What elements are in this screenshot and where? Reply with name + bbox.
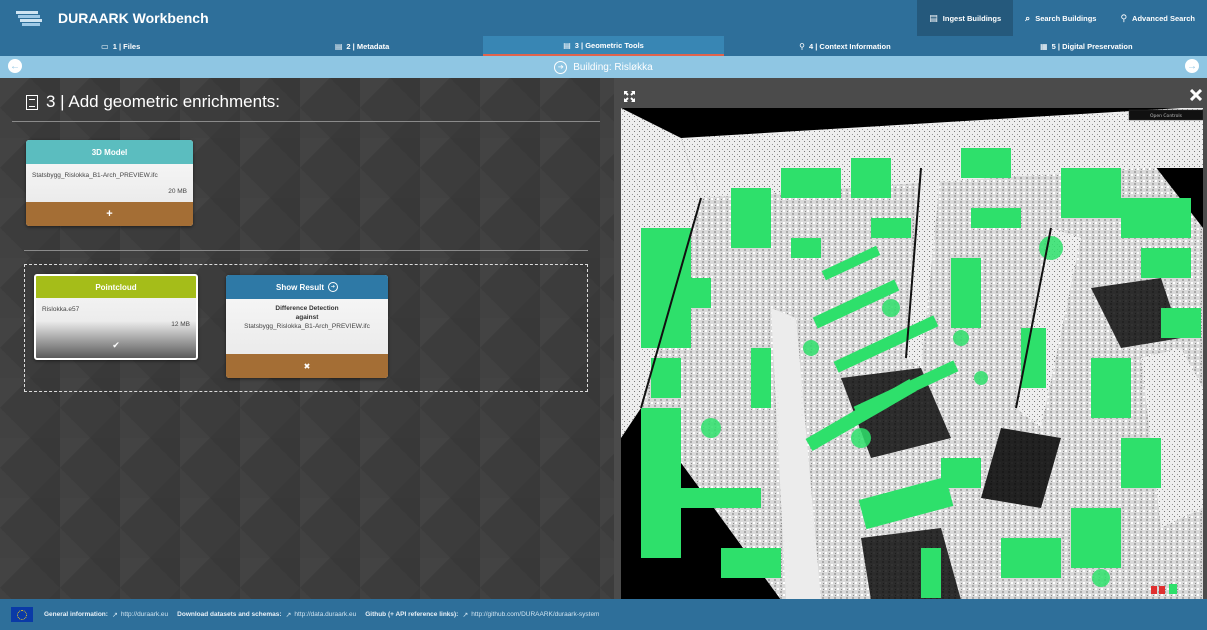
remove-result-button[interactable]: ✖ [226, 354, 388, 378]
building-bar: ← ➔ Building: Risløkka → [0, 56, 1207, 78]
tab-files[interactable]: ▭ 1 | Files [0, 36, 241, 56]
building-icon: ▤ [929, 12, 938, 23]
document-icon: ▤ [334, 41, 343, 51]
result-card-body: Difference Detection against Statsbygg_R… [226, 299, 388, 354]
app-title[interactable]: DURAARK Workbench [58, 10, 209, 26]
plus-icon: + [106, 208, 113, 220]
next-step-button[interactable]: → [1185, 59, 1199, 73]
building-name: Building: Risløkka [573, 61, 653, 73]
pointcloud-viewer-panel: Open Controls [614, 78, 1207, 600]
footer-general-link[interactable]: http://duraark.eu [121, 611, 168, 618]
arrow-left-icon: ← [10, 60, 20, 72]
previous-step-button[interactable]: ← [8, 59, 22, 73]
model-filesize: 20 MB [168, 188, 187, 195]
viewer-controls-label[interactable]: Open Controls [1150, 113, 1183, 119]
show-result-label: Show Result [275, 282, 324, 292]
footer-github-label: Github (+ API reference links): [365, 611, 459, 618]
external-link-icon: ↗ [462, 611, 469, 619]
close-icon: ✖ [303, 361, 311, 371]
tab-label: 3 | Geometric Tools [574, 40, 644, 50]
tab-geometric-tools[interactable]: ▤ 3 | Geometric Tools [482, 36, 725, 56]
pointcloud-filesize: 12 MB [171, 321, 190, 328]
close-viewer-button[interactable] [1189, 88, 1203, 106]
workflow-steps: ▭ 1 | Files ▤ 2 | Metadata ▤ 3 | Geometr… [0, 36, 1207, 56]
pointcloud-card-body: Rislokka.e57 12 MB ✔ [36, 298, 196, 358]
external-link-icon: ↗ [111, 611, 118, 619]
arrow-circle-icon: ➔ [554, 60, 568, 74]
folder-icon: ▭ [101, 41, 109, 51]
nav-advanced-search[interactable]: ⚲ Advanced Search [1108, 0, 1207, 36]
model-card-header: 3D Model [26, 140, 193, 164]
pointcloud-render[interactable]: Open Controls [621, 108, 1203, 600]
tab-label: 2 | Metadata [346, 41, 390, 51]
tab-label: 5 | Digital Preservation [1051, 41, 1133, 51]
tab-label: 1 | Files [112, 41, 141, 51]
model-card[interactable]: 3D Model Statsbygg_Rislokka_B1-Arch_PREV… [26, 140, 193, 226]
archive-icon: ▦ [1040, 41, 1048, 51]
footer-datasets-link[interactable]: http://data.duraark.eu [294, 611, 356, 618]
nav-search-buildings[interactable]: ⌕ Search Buildings [1013, 0, 1108, 36]
result-against: against [295, 314, 319, 321]
page-title: 3 | Add geometric enrichments: [26, 92, 280, 112]
lightbulb-icon: ⚲ [799, 41, 805, 51]
top-navigation: ▤ Ingest Buildings ⌕ Search Buildings ⚲ … [917, 0, 1207, 36]
page-title-text: 3 | Add geometric enrichments: [46, 92, 281, 111]
enrichment-panel: 3 | Add geometric enrichments: 3D Model … [0, 78, 614, 599]
tab-metadata[interactable]: ▤ 2 | Metadata [241, 36, 482, 56]
external-link-icon: ↗ [285, 611, 292, 619]
binoculars-icon: ⌕ [1025, 12, 1031, 23]
divider [24, 250, 588, 251]
app-logo-icon [14, 7, 48, 29]
model-filename: Statsbygg_Rislokka_B1-Arch_PREVIEW.ifc [32, 172, 158, 179]
arrow-circle-icon: ➔ [328, 282, 338, 292]
footer-general-label: General information: [44, 611, 108, 618]
model-card-body: Statsbygg_Rislokka_B1-Arch_PREVIEW.ifc 2… [26, 164, 193, 202]
tab-digital-preservation[interactable]: ▦ 5 | Digital Preservation [966, 36, 1207, 56]
nav-label: Advanced Search [1132, 13, 1195, 23]
close-icon [1189, 88, 1203, 102]
expand-icon[interactable] [624, 89, 635, 107]
lightbulb-icon: ⚲ [1120, 12, 1128, 23]
document-icon: ▤ [563, 40, 571, 50]
pointcloud-3d-canvas[interactable]: Open Controls [621, 108, 1203, 600]
result-target-file: Statsbygg_Rislokka_B1-Arch_PREVIEW.ifc [244, 323, 370, 330]
result-card[interactable]: Show Result ➔ Difference Detection again… [226, 275, 388, 378]
result-title: Difference Detection [275, 305, 339, 312]
arrow-right-icon: → [1187, 60, 1197, 72]
document-icon [26, 94, 38, 110]
pointcloud-card-header: Pointcloud [36, 276, 196, 298]
nav-label: Ingest Buildings [942, 13, 1002, 23]
footer: General information: ↗ http://duraark.eu… [0, 599, 1207, 630]
footer-github-link[interactable]: http://github.com/DURAARK/duraark-system [471, 611, 599, 618]
nav-ingest-buildings[interactable]: ▤ Ingest Buildings [917, 0, 1014, 36]
divider [12, 121, 600, 122]
tab-context-information[interactable]: ⚲ 4 | Context Information [724, 36, 965, 56]
pointcloud-card[interactable]: Pointcloud Rislokka.e57 12 MB ✔ [34, 274, 198, 360]
nav-label: Search Buildings [1035, 13, 1097, 23]
eu-flag-icon [11, 607, 33, 622]
top-navbar: DURAARK Workbench ▤ Ingest Buildings ⌕ S… [0, 0, 1207, 36]
checkmark-icon[interactable]: ✔ [36, 340, 196, 351]
show-result-button[interactable]: Show Result ➔ [226, 275, 388, 299]
pointcloud-filename: Rislokka.e57 [42, 306, 80, 313]
add-model-button[interactable]: + [26, 202, 193, 226]
footer-datasets-label: Download datasets and schemas: [177, 611, 282, 618]
tab-label: 4 | Context Information [809, 41, 891, 51]
